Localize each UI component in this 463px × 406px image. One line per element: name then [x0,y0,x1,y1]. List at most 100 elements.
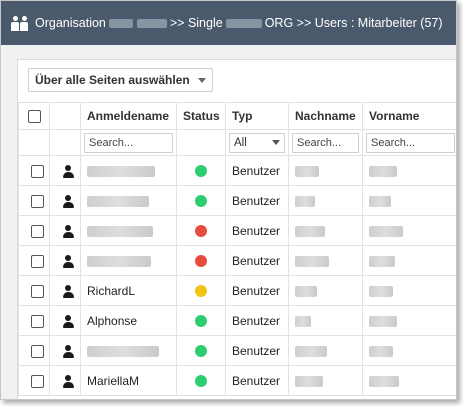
user-icon [62,224,74,238]
table-row[interactable]: Benutzer [18,245,456,276]
row-icon-cell [49,335,81,366]
user-icon [62,194,74,208]
redacted-org-name [136,18,167,28]
status-cell [176,185,226,216]
lastname-cell [288,305,363,336]
username-text: RichardL [87,283,136,298]
username-cell [80,155,177,186]
title-suffix: ORG >> Users : Mitarbeiter (57) [264,16,443,30]
firstname-cell [362,275,456,306]
row-checkbox[interactable] [30,254,44,268]
column-header-username[interactable]: Anmeldename [80,102,177,130]
redacted-firstname [369,225,403,237]
redacted-firstname [369,165,397,177]
status-cell [176,215,226,246]
header-select-cell [18,102,50,130]
status-active-dot [195,345,207,358]
row-checkbox[interactable] [30,284,44,298]
select-all-pages-dropdown[interactable]: Über alle Seiten auswählen [28,68,213,92]
table-row[interactable]: RichardL Benutzer [18,275,456,306]
username-search-input[interactable] [84,132,173,153]
filter-username-cell [80,129,177,156]
type-cell: Benutzer [225,275,289,306]
status-cell [176,305,226,336]
redacted-username [87,225,153,237]
type-cell: Benutzer [225,305,289,336]
firstname-cell [362,155,456,186]
filter-status-cell [176,129,226,156]
chevron-down-icon [197,77,206,83]
row-select-cell [18,155,50,186]
firstname-search-input[interactable] [366,132,455,153]
status-cell [176,155,226,186]
title-middle: >> Single [169,16,223,30]
redacted-username [87,165,155,177]
type-cell: Benutzer [225,245,289,276]
status-cell [176,365,226,396]
lastname-cell [288,335,363,366]
type-cell: Benutzer [225,155,289,186]
table-header-row: Anmeldename Status Typ Nachname Vorname [18,102,456,130]
type-cell: Benutzer [225,335,289,366]
row-select-cell [18,215,50,246]
table-row[interactable]: Benutzer [18,155,456,186]
row-checkbox[interactable] [30,224,44,238]
redacted-firstname [369,315,397,327]
status-active-dot [195,165,207,178]
type-filter-select[interactable]: All [229,132,285,153]
row-select-cell [18,365,50,396]
row-checkbox[interactable] [30,164,44,178]
type-cell: Benutzer [225,365,289,396]
column-header-firstname[interactable]: Vorname [362,102,456,130]
title-bar: Organisation >> Single ORG >> Users : Mi… [1,1,456,45]
table-row[interactable]: Benutzer [18,335,456,366]
type-filter-value: All [234,136,247,149]
lastname-cell [288,215,363,246]
row-icon-cell [49,305,81,336]
filter-firstname-cell [362,129,456,156]
lastname-cell [288,155,363,186]
status-cell [176,245,226,276]
filter-lastname-cell [288,129,363,156]
user-icon [62,344,74,358]
row-select-cell [18,335,50,366]
redacted-firstname [369,195,391,207]
column-header-lastname[interactable]: Nachname [288,102,363,130]
column-header-status[interactable]: Status [176,102,226,130]
table-row[interactable]: Benutzer [18,185,456,216]
firstname-cell [362,215,456,246]
status-inactive-dot [195,225,207,238]
redacted-lastname [295,165,319,177]
row-select-cell [18,275,50,306]
table-row[interactable]: MariellaM Benutzer [18,365,456,396]
status-cell [176,335,226,366]
user-icon [62,284,74,298]
redacted-lastname [295,315,311,327]
redacted-firstname [369,255,395,267]
row-icon-cell [49,155,81,186]
column-header-type[interactable]: Typ [225,102,289,130]
lastname-cell [288,245,363,276]
row-checkbox[interactable] [30,374,44,388]
select-all-checkbox[interactable] [27,110,41,124]
filter-type-cell: All [225,129,289,156]
username-cell [80,335,177,366]
row-checkbox[interactable] [30,194,44,208]
table-row[interactable]: Benutzer [18,215,456,246]
row-select-cell [18,245,50,276]
redacted-username [87,255,151,267]
row-select-cell [18,185,50,216]
status-pending-dot [195,285,207,298]
row-icon-cell [49,185,81,216]
firstname-cell [362,305,456,336]
row-checkbox[interactable] [30,344,44,358]
lastname-search-input[interactable] [292,132,359,153]
redacted-username [87,195,149,207]
row-icon-cell [49,275,81,306]
row-icon-cell [49,215,81,246]
user-icon [62,254,74,268]
row-checkbox[interactable] [30,314,44,328]
table-row[interactable]: Alphonse Benutzer [18,305,456,336]
select-all-pages-label: Über alle Seiten auswählen [35,73,190,87]
row-select-cell [18,305,50,336]
